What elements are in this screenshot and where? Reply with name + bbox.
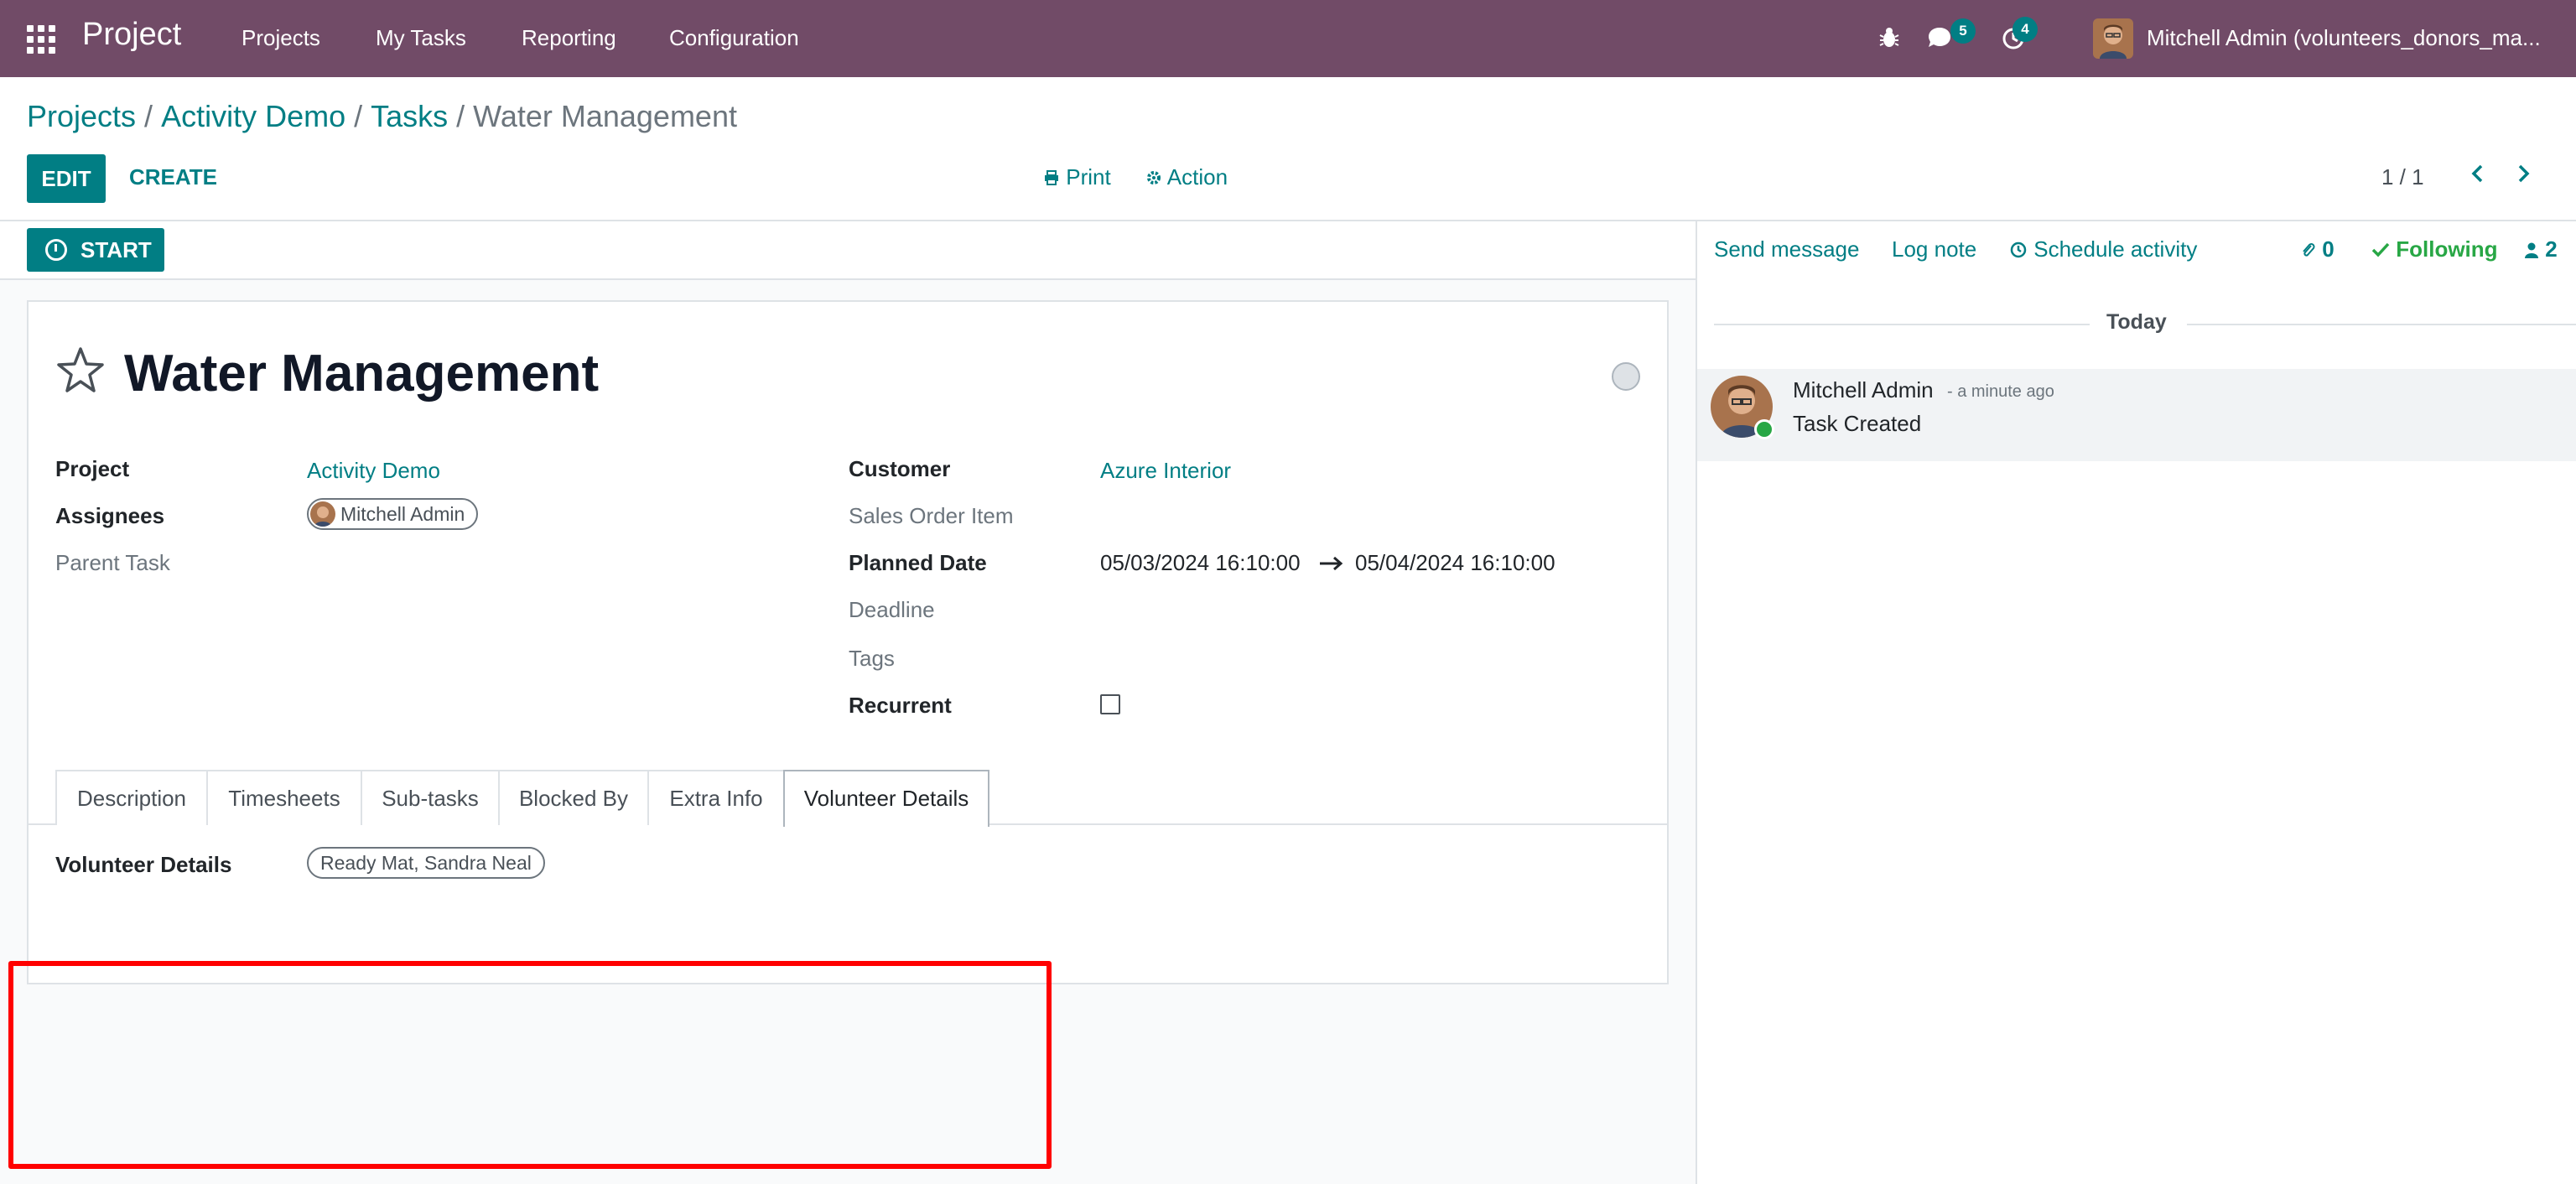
assignee-name: Mitchell Admin [340,503,465,525]
apps-menu-icon[interactable] [27,25,55,54]
task-title[interactable]: Water Management [124,344,599,403]
planned-date-start[interactable]: 05/03/2024 16:10:00 [1100,550,1301,576]
assignee-avatar [310,501,335,527]
arrow-right-icon [1318,553,1343,574]
clock-icon [2010,241,2027,258]
message-body: Task Created [1793,411,1922,436]
message-time: - a minute ago [1947,382,2054,401]
customer-value[interactable]: Azure Interior [1100,458,1231,484]
breadcrumb-activity-demo[interactable]: Activity Demo [161,99,345,133]
log-note-button[interactable]: Log note [1892,236,1976,262]
breadcrumb-projects[interactable]: Projects [27,99,136,133]
assignees-label: Assignees [55,503,165,528]
messages-chat-icon[interactable] [1925,23,1954,52]
volunteer-details-tag[interactable]: Ready Mat, Sandra Neal [307,847,545,879]
start-label: START [80,237,152,262]
action-label: Action [1166,164,1228,190]
tab-timesheets[interactable]: Timesheets [206,770,362,825]
paperclip-icon [2303,242,2315,257]
project-value[interactable]: Activity Demo [307,458,440,484]
status-bar: START [0,221,1696,280]
menu-my-tasks[interactable]: My Tasks [376,25,466,51]
parent-task-label: Parent Task [55,550,170,575]
print-icon [1045,170,1058,185]
sales-order-item-label: Sales Order Item [849,503,1014,528]
control-panel: Projects / Activity Demo / Tasks / Water Manag… [0,77,2576,221]
breadcrumb-tasks[interactable]: Tasks [371,99,448,133]
clock-icon [45,239,67,261]
menu-reporting[interactable]: Reporting [522,25,616,51]
message-item: Mitchell Admin - a minute ago Task Creat… [1697,369,2576,461]
star-favorite-icon[interactable] [54,344,107,397]
project-label: Project [55,456,130,481]
user-menu[interactable]: Mitchell Admin (volunteers_donors_ma... [2147,25,2549,51]
tab-sub-tasks[interactable]: Sub-tasks [361,770,500,825]
action-button[interactable]: Action [1145,164,1228,190]
schedule-activity-label: Schedule activity [2033,236,2198,262]
following-button[interactable]: Following [2371,236,2498,262]
date-separator: Today [1697,310,2576,339]
tab-extra-info[interactable]: Extra Info [647,770,785,825]
menu-projects[interactable]: Projects [242,25,320,51]
breadcrumb: Projects / Activity Demo / Tasks / Water Manag… [27,99,737,133]
message-author[interactable]: Mitchell Admin [1793,377,1934,403]
print-button[interactable]: Print [1043,164,1111,190]
recurrent-checkbox[interactable] [1100,694,1120,714]
schedule-activity-button[interactable]: Schedule activity [2009,236,2197,262]
planned-date-label: Planned Date [849,550,987,575]
following-label: Following [2396,236,2498,262]
tab-volunteer-details[interactable]: Volunteer Details [783,770,989,827]
attachments-count: 0 [2322,236,2334,262]
kanban-state-icon[interactable] [1612,362,1640,391]
assignee-tag[interactable]: Mitchell Admin [307,498,479,530]
form-view: START Water Management Project Activity … [0,221,1697,1184]
chatter-panel: Send message Log note Schedule activity … [1697,221,2576,1184]
chatter-topbar: Send message Log note Schedule activity … [1697,221,2576,282]
followers-count: 2 [2545,236,2558,262]
followers-button[interactable]: 2 [2524,236,2558,262]
user-avatar[interactable] [2093,18,2133,59]
app-name[interactable]: Project [82,17,181,53]
pager-next-icon[interactable] [2511,161,2536,186]
main-navbar: Project Projects My Tasks Reporting Conf… [0,0,2576,77]
tags-label: Tags [849,646,895,671]
deadline-label: Deadline [849,597,935,622]
gear-icon [1147,171,1161,184]
user-icon [2525,242,2538,258]
pager-previous-icon[interactable] [2465,161,2490,186]
messages-badge: 5 [1950,18,1976,44]
planned-date-end[interactable]: 05/04/2024 16:10:00 [1355,550,1555,576]
print-label: Print [1066,164,1111,190]
check-icon [2371,242,2390,257]
tab-description[interactable]: Description [55,770,208,825]
volunteer-details-label: Volunteer Details [55,852,232,877]
form-sheet: Water Management Project Activity Demo A… [27,300,1669,984]
customer-label: Customer [849,456,951,481]
edit-button[interactable]: EDIT [27,154,106,203]
highlight-box [8,961,1052,1169]
online-status-icon [1754,419,1774,439]
menu-configuration[interactable]: Configuration [669,25,799,51]
tab-blocked-by[interactable]: Blocked By [498,770,649,825]
recurrent-label: Recurrent [849,693,952,718]
send-message-button[interactable]: Send message [1714,236,1859,262]
activities-badge: 4 [2012,17,2038,42]
notebook-tabs: Description Timesheets Sub-tasks Blocked… [29,770,1667,827]
date-separator-label: Today [2106,310,2167,334]
pager-value[interactable]: 1 / 1 [2381,164,2424,190]
debug-bug-icon[interactable] [1875,23,1903,52]
create-button[interactable]: CREATE [129,164,217,190]
breadcrumb-current: Water Management [473,99,737,133]
start-timer-button[interactable]: START [27,228,164,272]
attachments-button[interactable]: 0 [2301,236,2334,262]
